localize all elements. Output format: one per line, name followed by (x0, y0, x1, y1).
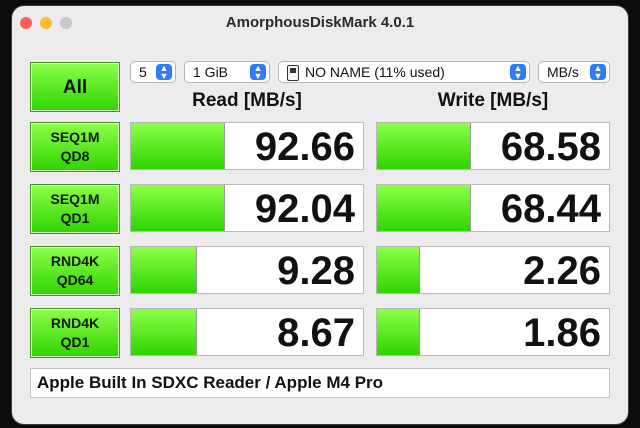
window-title: AmorphousDiskMark 4.0.1 (225, 14, 415, 31)
run-rnd4k-qd64-button[interactable]: RND4K QD64 (30, 246, 120, 296)
write-progress-bar (377, 123, 471, 169)
test-queue-label: QD8 (60, 148, 90, 164)
test-name-label: SEQ1M (50, 191, 100, 207)
read-result-value: 8.67 (277, 311, 355, 355)
test-count-value: 5 (139, 64, 147, 80)
write-result-cell: 68.58 (376, 122, 610, 170)
stepper-icon: ▲ ▼ (156, 64, 172, 81)
unit-select[interactable]: MB/s ▲ ▼ (538, 61, 610, 83)
run-seq1m-qd8-button[interactable]: SEQ1M QD8 (30, 122, 120, 172)
write-result-value: 68.58 (500, 125, 601, 169)
read-column-header: Read [MB/s] (192, 90, 302, 111)
write-result-cell: 2.26 (376, 246, 610, 294)
read-progress-bar (131, 309, 197, 355)
write-progress-bar (377, 309, 420, 355)
test-name-label: RND4K (50, 253, 100, 269)
drive-select[interactable]: NO NAME (11% used) ▲ ▼ (278, 61, 530, 83)
test-size-value: 1 GiB (193, 64, 229, 80)
sd-card-icon (287, 65, 299, 81)
test-queue-label: QD64 (56, 272, 94, 288)
write-progress-bar (377, 185, 471, 231)
test-name-label: RND4K (50, 315, 100, 331)
write-result-value: 68.44 (500, 187, 601, 231)
test-queue-label: QD1 (60, 210, 90, 226)
read-result-cell: 92.04 (130, 184, 364, 232)
read-result-cell: 92.66 (130, 122, 364, 170)
run-seq1m-qd1-button[interactable]: SEQ1M QD1 (30, 184, 120, 234)
device-info-field[interactable]: Apple Built In SDXC Reader / Apple M4 Pr… (30, 368, 610, 398)
stepper-icon: ▲ ▼ (250, 64, 266, 81)
read-progress-bar (131, 247, 197, 293)
test-count-select[interactable]: 5 ▲ ▼ (130, 61, 176, 83)
test-queue-label: QD1 (60, 334, 90, 350)
write-progress-bar (377, 247, 420, 293)
read-result-cell: 9.28 (130, 246, 364, 294)
drive-value: NO NAME (11% used) (305, 64, 445, 80)
title-bar: AmorphousDiskMark 4.0.1 (12, 6, 628, 40)
read-result-cell: 8.67 (130, 308, 364, 356)
stepper-icon: ▲ ▼ (510, 64, 526, 81)
test-size-select[interactable]: 1 GiB ▲ ▼ (184, 61, 270, 83)
write-result-cell: 68.44 (376, 184, 610, 232)
write-column-header: Write [MB/s] (437, 90, 549, 111)
read-result-value: 9.28 (277, 249, 355, 293)
read-result-value: 92.04 (254, 187, 355, 231)
read-progress-bar (131, 123, 225, 169)
app-window: AmorphousDiskMark 4.0.1 All 5 ▲ ▼ 1 GiB ▲… (12, 6, 628, 424)
test-name-label: SEQ1M (50, 129, 100, 145)
read-result-value: 92.66 (254, 125, 355, 169)
unit-value: MB/s (547, 64, 579, 80)
read-progress-bar (131, 185, 225, 231)
write-result-value: 2.26 (523, 249, 601, 293)
run-all-button[interactable]: All (30, 62, 120, 112)
write-result-value: 1.86 (523, 311, 601, 355)
stepper-icon: ▲ ▼ (590, 64, 606, 81)
run-rnd4k-qd1-button[interactable]: RND4K QD1 (30, 308, 120, 358)
write-result-cell: 1.86 (376, 308, 610, 356)
